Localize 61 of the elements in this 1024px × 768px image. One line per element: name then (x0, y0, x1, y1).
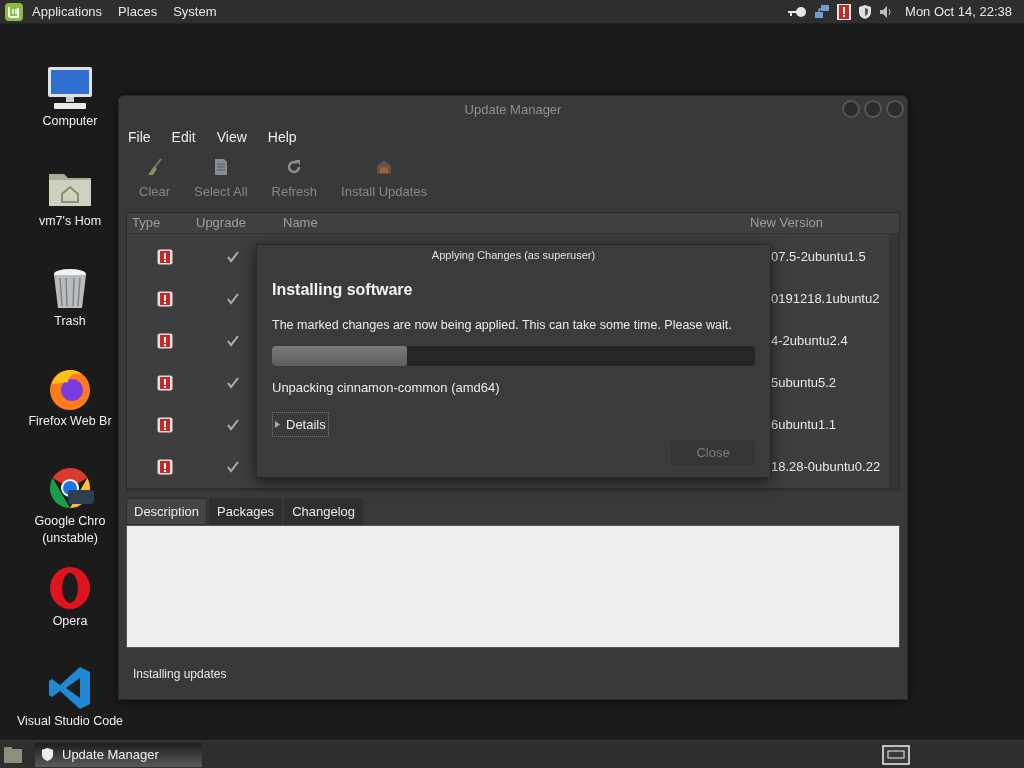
panel-menu[interactable]: Applications (32, 1, 103, 22)
warning-icon (157, 332, 173, 349)
checkmark-icon[interactable] (227, 418, 239, 431)
show-desktop-icon[interactable] (3, 745, 23, 764)
monitor-icon (46, 64, 94, 112)
table-cell-text: 6ubuntu1.1 (771, 415, 837, 434)
key-icon[interactable] (787, 5, 808, 18)
column-header[interactable]: New Version (750, 213, 823, 233)
menu-item[interactable]: Edit (171, 126, 196, 148)
shield-icon[interactable] (858, 3, 873, 20)
column-header[interactable]: Name (283, 213, 750, 233)
checkmark-icon[interactable] (227, 250, 239, 263)
progress-status: Unpacking cinnamon-common (amd64) (272, 379, 501, 398)
details-expander[interactable]: Details (272, 411, 329, 438)
warning-icon (157, 248, 173, 265)
expander-arrow-icon (275, 421, 280, 428)
desktop-icon-label[interactable]: Firefox Web Br (28, 413, 112, 429)
status-text: Installing updates (133, 665, 227, 683)
desktop-icon-label[interactable]: Opera (52, 613, 88, 629)
menu-item[interactable]: Help (267, 126, 297, 148)
table-cell-text: 5ubuntu5.2 (771, 373, 837, 392)
table-cell-text: 07.5-2ubuntu1.5 (771, 247, 866, 266)
table-cell-text: 4-2ubuntu2.4 (771, 331, 848, 350)
tab[interactable]: Packages (209, 498, 283, 525)
dialog-message: The marked changes are now being applied. This can take some time. Please wait. (272, 316, 733, 334)
window-title: Update Manager (464, 101, 562, 120)
desktop-icon-label[interactable]: Trash (54, 313, 86, 329)
checkmark-icon[interactable] (227, 460, 239, 473)
tab[interactable]: Changelog (284, 498, 363, 525)
broom-icon (145, 158, 164, 177)
column-header[interactable]: Upgrade (196, 213, 283, 233)
package-icon (375, 158, 394, 177)
column-header[interactable]: Type (127, 213, 196, 233)
leaf-logo-icon[interactable] (4, 1, 24, 22)
alert-icon[interactable] (837, 3, 852, 20)
warning-icon (157, 374, 173, 391)
warning-icon (157, 416, 173, 433)
dialog-title: Applying Changes (as superuser) (431, 248, 596, 263)
desktop-icon-label[interactable]: (unstable) (42, 530, 98, 546)
panel-menu[interactable]: Places (118, 1, 158, 22)
network-icon[interactable] (814, 3, 831, 20)
taskbar-button[interactable]: Update Manager (35, 742, 202, 767)
menu-item[interactable]: File (128, 126, 151, 148)
tab[interactable]: Description (126, 498, 208, 525)
checkmark-icon[interactable] (227, 292, 239, 305)
panel-menu[interactable]: System (173, 1, 217, 22)
desktop-icon-label[interactable]: vm7's Hom (38, 213, 102, 229)
checkmark-icon[interactable] (227, 334, 239, 347)
checkmark-icon[interactable] (227, 376, 239, 389)
table-cell-text: 0191218.1ubuntu2 (771, 289, 880, 308)
dialog-heading: Installing software (272, 279, 414, 300)
menu-item[interactable]: View (216, 126, 247, 148)
clock[interactable]: Mon Oct 14, 22:38 (905, 1, 1012, 22)
table-cell-text: 18.28-0ubuntu0.22 (771, 457, 881, 476)
desktop-icon-label[interactable]: Visual Studio Code (16, 713, 124, 729)
workspace-switcher-icon[interactable] (882, 744, 910, 765)
warning-icon (157, 458, 173, 475)
shield-icon (41, 747, 54, 762)
warning-icon (157, 290, 173, 307)
desktop-icon-label[interactable]: Google Chro (34, 513, 106, 529)
desktop-icon-label[interactable]: Computer (42, 113, 98, 129)
